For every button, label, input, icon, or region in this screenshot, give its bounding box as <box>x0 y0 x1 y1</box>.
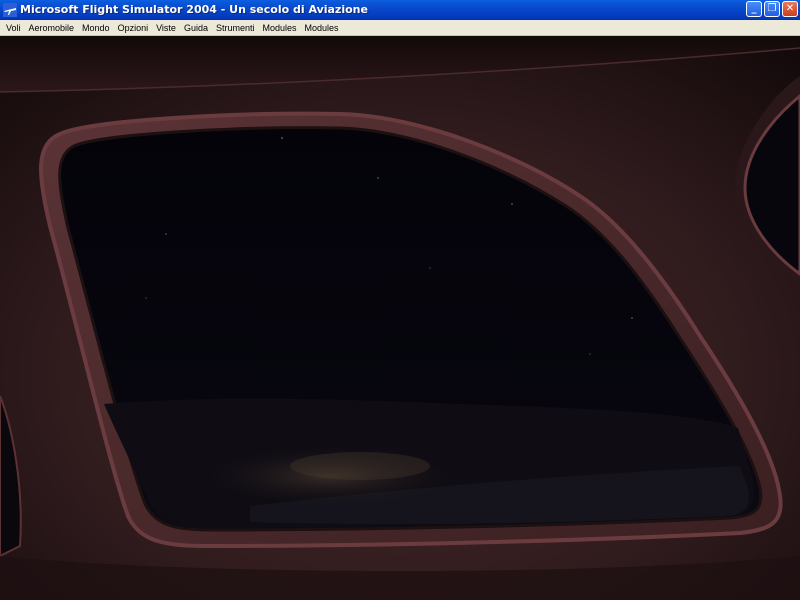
plane-icon[interactable] <box>3 2 17 17</box>
window-title: Microsoft Flight Simulator 2004 - Un sec… <box>20 3 368 16</box>
menu-mondo[interactable]: Mondo <box>78 20 114 36</box>
minimize-icon: _ <box>751 3 757 14</box>
menu-modules-1[interactable]: Modules <box>259 20 301 36</box>
menu-aeromobile[interactable]: Aeromobile <box>25 20 79 36</box>
menu-bar: Voli Aeromobile Mondo Opzioni Viste Guid… <box>0 20 800 36</box>
close-icon: ✕ <box>785 3 795 14</box>
simulator-view[interactable] <box>0 36 800 600</box>
menu-viste[interactable]: Viste <box>152 20 180 36</box>
close-button[interactable]: ✕ <box>782 1 798 17</box>
minimize-button[interactable]: _ <box>746 1 762 17</box>
menu-modules-2[interactable]: Modules <box>301 20 343 36</box>
title-bar[interactable]: Microsoft Flight Simulator 2004 - Un sec… <box>0 0 800 20</box>
menu-strumenti[interactable]: Strumenti <box>212 20 259 36</box>
menu-guida[interactable]: Guida <box>180 20 212 36</box>
menu-voli[interactable]: Voli <box>2 20 25 36</box>
restore-icon: ❐ <box>767 3 777 14</box>
cockpit-scene <box>0 36 800 600</box>
menu-opzioni[interactable]: Opzioni <box>114 20 153 36</box>
window-controls: _ ❐ ✕ <box>746 1 798 17</box>
restore-button[interactable]: ❐ <box>764 1 780 17</box>
application-window: Microsoft Flight Simulator 2004 - Un sec… <box>0 0 800 600</box>
